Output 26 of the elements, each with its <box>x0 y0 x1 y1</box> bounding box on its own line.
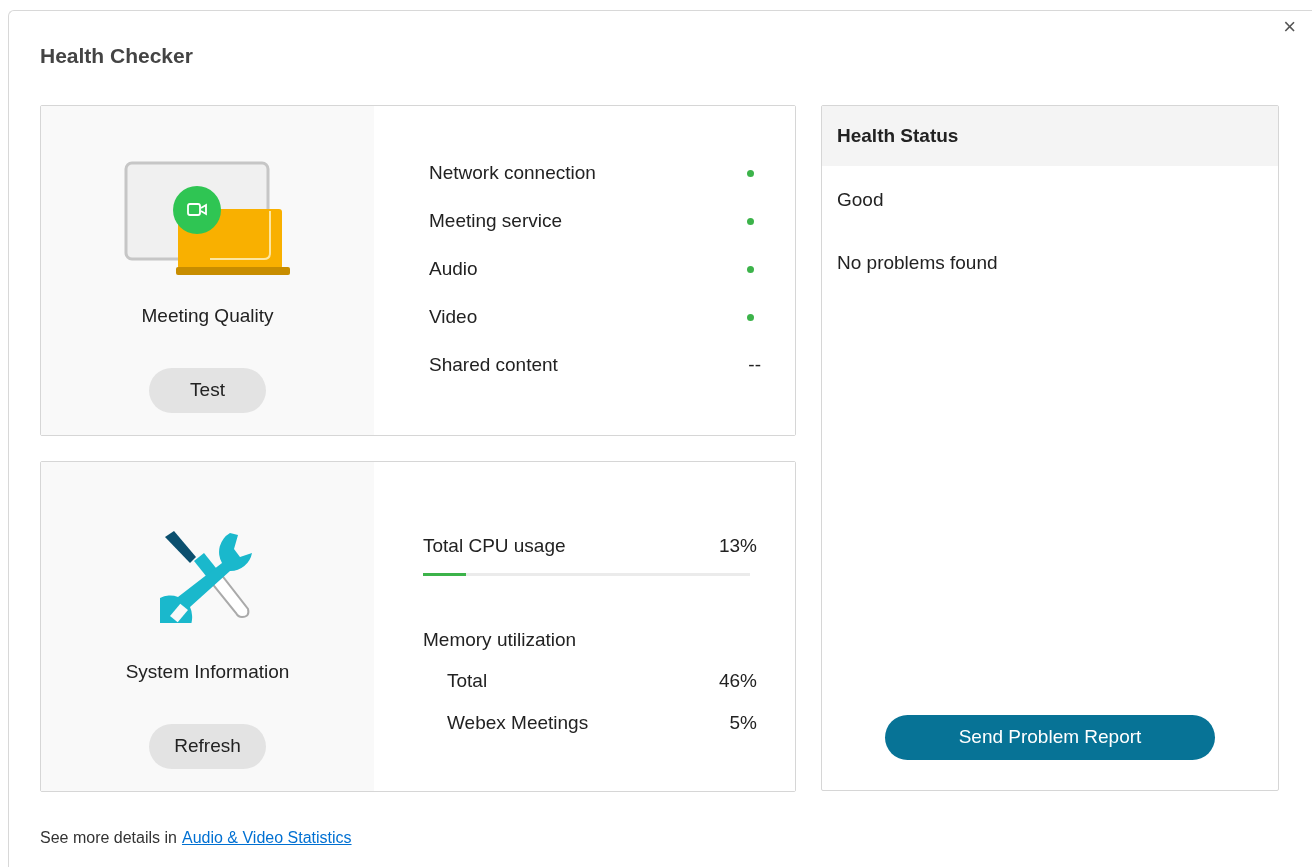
check-label: Shared content <box>429 352 558 377</box>
check-label: Network connection <box>429 160 596 185</box>
send-report-button[interactable]: Send Problem Report <box>885 715 1215 760</box>
card-title: System Information <box>125 660 290 684</box>
card-title: Meeting Quality <box>141 304 274 328</box>
statistics-link[interactable]: Audio & Video Statistics <box>181 826 352 850</box>
check-label: Video <box>429 304 478 329</box>
check-label: Meeting service <box>429 208 563 233</box>
close-button[interactable]: × <box>1283 16 1296 38</box>
card-button[interactable]: Refresh <box>149 723 266 769</box>
memory-reading: 46% <box>718 669 757 693</box>
cpu-label: Total CPU usage <box>423 534 566 558</box>
devices-icon <box>123 160 292 277</box>
card-button[interactable]: Test <box>149 367 266 413</box>
memory-reading: 5% <box>729 710 757 735</box>
check-label: Audio <box>429 256 478 281</box>
footer-text: See more details in <box>40 828 177 848</box>
status-message: No problems found <box>836 250 999 275</box>
memory-row-label: Total <box>447 669 488 693</box>
status-text: Good <box>836 188 885 212</box>
window-title: Health Checker <box>40 43 194 69</box>
panel-header: Health Status <box>822 106 1278 166</box>
memory-row-label: Webex Meetings <box>447 710 589 735</box>
status-value: -- <box>748 352 761 377</box>
cpu-reading: 13% <box>718 534 757 558</box>
memory-label: Memory utilization <box>423 627 578 652</box>
